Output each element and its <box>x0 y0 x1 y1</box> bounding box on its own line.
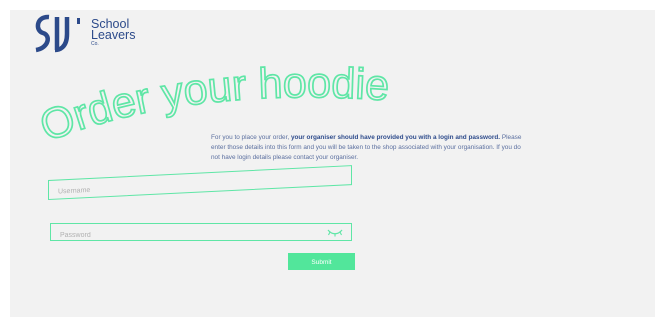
password-field-box <box>50 223 352 244</box>
password-input[interactable] <box>51 227 351 244</box>
eye-closed-icon[interactable] <box>326 227 344 238</box>
intro-part-1: For you to place your order, <box>211 134 291 141</box>
intro-bold: your organiser should have provided you … <box>290 134 501 141</box>
submit-button[interactable]: Submit <box>288 253 355 270</box>
intro-text: For you to place your order, your organi… <box>211 133 527 162</box>
